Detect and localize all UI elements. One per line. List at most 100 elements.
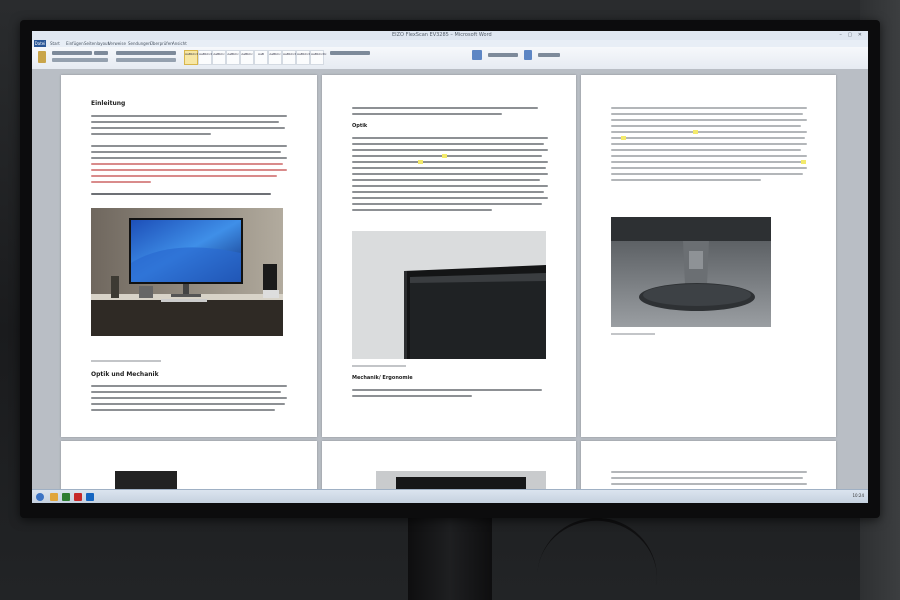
text-line [611, 155, 807, 157]
text-line [352, 185, 548, 187]
highlight-mark [801, 160, 806, 164]
tab-insert[interactable]: Einfügen [66, 41, 84, 46]
text-line [352, 155, 542, 157]
style-title[interactable]: AaB [254, 50, 268, 65]
styles-gallery-scroll[interactable] [330, 51, 370, 55]
find-icon[interactable] [472, 50, 482, 60]
app-icon[interactable] [62, 493, 70, 501]
text-line [91, 403, 285, 405]
document-page-2: Optik Mechanik/ Ergonomie [322, 75, 576, 437]
photo-bezel-image [352, 231, 546, 359]
photo-monitor-on-desk-image [91, 208, 283, 336]
heading-optik-und-mechanik: Optik und Mechanik [91, 371, 159, 378]
text-line [352, 197, 548, 199]
text-line [611, 179, 761, 181]
style-no-spacing[interactable]: AaBbCcDc [198, 50, 215, 65]
document-area: Einleitung Optik und Mechanik Optik Mech… [32, 69, 868, 501]
paste-icon[interactable] [38, 51, 46, 63]
style-standard[interactable]: AaBbCcDc [184, 50, 201, 65]
text-line [352, 107, 538, 109]
style-subtitle[interactable]: AaBbCc [268, 50, 282, 65]
style-strong[interactable]: AaBbCcDc [296, 50, 313, 65]
text-line [91, 409, 275, 411]
app-icon[interactable] [74, 493, 82, 501]
text-line [611, 471, 807, 473]
text-line [611, 107, 807, 109]
clock: 10:24 [852, 493, 864, 498]
ribbon-tabs: Datei Start Einfügen Seitenlayout Verwei… [32, 40, 868, 47]
text-line [91, 121, 279, 123]
photo-stand-image [611, 217, 771, 327]
replace-icon[interactable] [524, 50, 532, 60]
word-icon[interactable] [86, 493, 94, 501]
explorer-icon[interactable] [50, 493, 58, 501]
text-line [611, 167, 807, 169]
tab-start[interactable]: Start [50, 41, 60, 46]
tab-mailings[interactable]: Sendungen [128, 41, 151, 46]
style-heading-3[interactable]: AaBbCc [240, 50, 254, 65]
style-heading-1[interactable]: AaBbCc [212, 50, 226, 65]
text-line [352, 113, 502, 115]
text-line [91, 391, 281, 393]
document-page-3 [581, 75, 836, 437]
ribbon-toolbar: AaBbCcDc AaBbCcDc AaBbCc AaBbCc AaBbCc A… [32, 47, 868, 70]
font-size-selector[interactable] [94, 51, 108, 55]
text-line [352, 179, 540, 181]
text-line [352, 143, 544, 145]
tab-file[interactable]: Datei [34, 40, 46, 47]
text-line [91, 385, 287, 387]
tab-review[interactable]: Überprüfen [150, 41, 173, 46]
text-line [91, 397, 287, 399]
text-line-red [91, 163, 283, 165]
text-line [91, 115, 287, 117]
highlight-mark [693, 130, 698, 134]
style-quote[interactable]: AaBbCcDc [310, 50, 327, 65]
photo-monitor-stand [611, 217, 771, 327]
text-line [352, 209, 492, 211]
text-line [611, 137, 805, 139]
text-line [91, 193, 271, 195]
text-line [611, 119, 807, 121]
text-line-red [91, 181, 151, 183]
highlight-mark [442, 154, 447, 158]
monitor-screen: EIZO FlexScan EV3285 – Microsoft Word – … [32, 31, 868, 503]
text-line [352, 173, 548, 175]
image-caption [611, 333, 655, 335]
text-line [91, 157, 287, 159]
monitor-stand [408, 518, 492, 600]
format-buttons[interactable] [52, 58, 108, 62]
text-line [352, 191, 544, 193]
text-line [352, 395, 472, 397]
text-line [352, 149, 548, 151]
tab-view[interactable]: Ansicht [172, 41, 187, 46]
alignment-buttons[interactable] [116, 58, 176, 62]
text-line [91, 151, 281, 153]
heading-einleitung: Einleitung [91, 100, 126, 107]
tab-references[interactable]: Verweise [108, 41, 126, 46]
photo-monitor-bezel-closeup [352, 231, 546, 359]
photo-monitor-on-desk [91, 208, 283, 336]
font-selector[interactable] [52, 51, 92, 55]
highlight-mark [418, 160, 423, 164]
select-buttons[interactable] [538, 53, 560, 57]
text-line [611, 161, 805, 163]
text-line [611, 173, 803, 175]
style-emphasis[interactable]: AaBbCcDc [282, 50, 299, 65]
window-controls[interactable]: – ▢ ✕ [839, 32, 864, 38]
text-line [352, 389, 542, 391]
tab-layout[interactable]: Seitenlayout [84, 41, 109, 46]
document-page-1: Einleitung Optik und Mechanik [61, 75, 317, 437]
text-line [352, 203, 542, 205]
text-line-red [91, 169, 287, 171]
text-line [91, 127, 285, 129]
edit-buttons[interactable] [488, 53, 518, 57]
highlight-mark [621, 136, 626, 140]
title-bar: EIZO FlexScan EV3285 – Microsoft Word – … [32, 31, 868, 40]
paragraph-buttons[interactable] [116, 51, 176, 55]
text-line [352, 167, 546, 169]
style-heading-2[interactable]: AaBbCc [226, 50, 240, 65]
start-button-icon[interactable] [36, 493, 44, 501]
text-line [352, 137, 548, 139]
text-line [611, 477, 803, 479]
text-line [91, 133, 211, 135]
